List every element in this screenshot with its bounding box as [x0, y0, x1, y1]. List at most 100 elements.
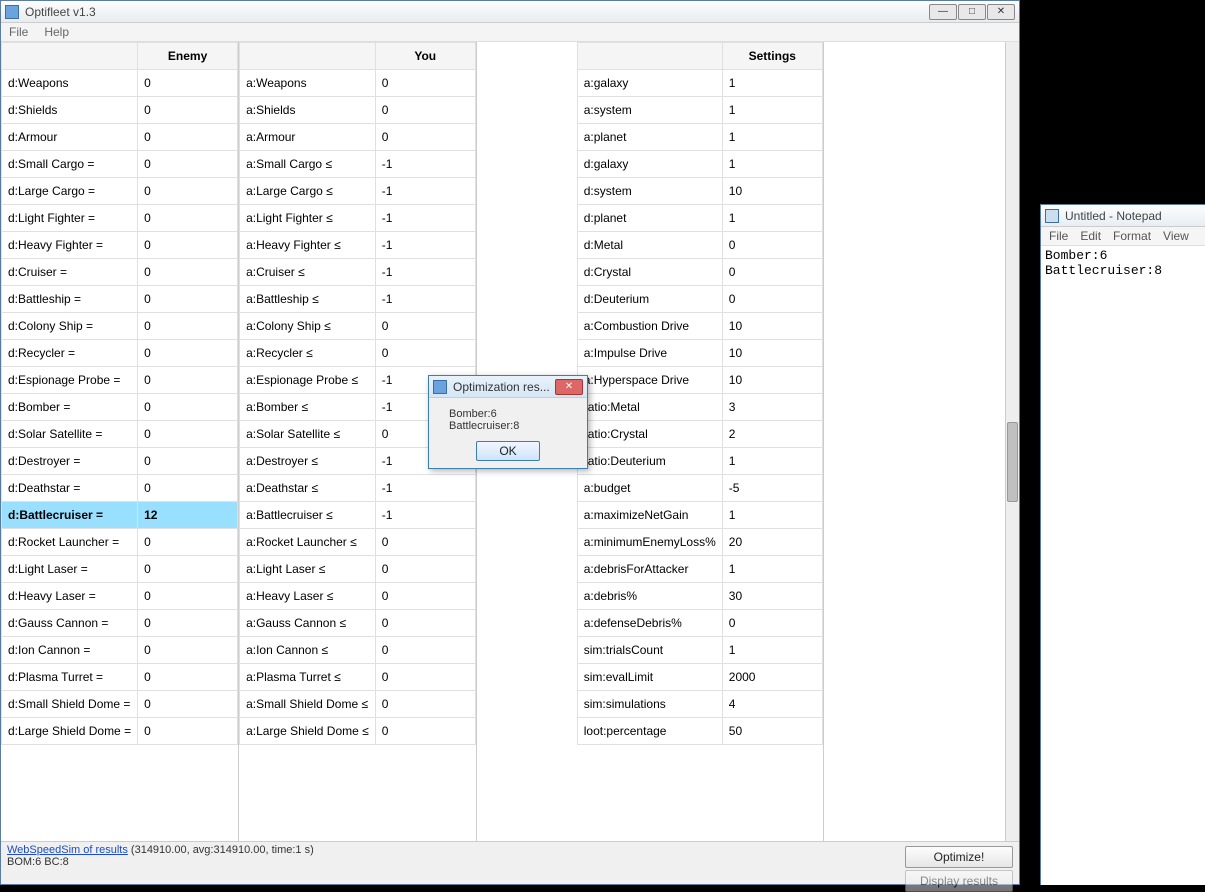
- you-row[interactable]: a:Plasma Turret ≤0: [240, 664, 476, 691]
- notepad-menu-edit[interactable]: Edit: [1080, 229, 1101, 243]
- you-value[interactable]: -1: [375, 502, 475, 529]
- settings-value[interactable]: 10: [722, 178, 822, 205]
- enemy-row[interactable]: d:Ion Cannon =0: [2, 637, 238, 664]
- you-value[interactable]: -1: [375, 151, 475, 178]
- you-row[interactable]: a:Deathstar ≤-1: [240, 475, 476, 502]
- settings-row[interactable]: a:debris%30: [577, 583, 822, 610]
- settings-label[interactable]: a:defenseDebris%: [577, 610, 722, 637]
- enemy-label[interactable]: d:Solar Satellite =: [2, 421, 138, 448]
- settings-label[interactable]: sim:evalLimit: [577, 664, 722, 691]
- enemy-value[interactable]: 0: [138, 529, 238, 556]
- you-row[interactable]: a:Recycler ≤0: [240, 340, 476, 367]
- settings-value[interactable]: 1: [722, 637, 822, 664]
- enemy-label[interactable]: d:Plasma Turret =: [2, 664, 138, 691]
- you-label[interactable]: a:Armour: [240, 124, 376, 151]
- enemy-value[interactable]: 0: [138, 232, 238, 259]
- settings-row[interactable]: d:Crystal0: [577, 259, 822, 286]
- you-label[interactable]: a:Gauss Cannon ≤: [240, 610, 376, 637]
- vertical-scrollbar[interactable]: [1005, 42, 1019, 841]
- settings-label[interactable]: a:planet: [577, 124, 722, 151]
- settings-label[interactable]: loot:percentage: [577, 718, 722, 745]
- dialog-ok-button[interactable]: OK: [476, 441, 539, 461]
- you-label[interactable]: a:Weapons: [240, 70, 376, 97]
- settings-row[interactable]: a:Impulse Drive10: [577, 340, 822, 367]
- enemy-value[interactable]: 0: [138, 394, 238, 421]
- you-row[interactable]: a:Heavy Laser ≤0: [240, 583, 476, 610]
- settings-label[interactable]: a:debris%: [577, 583, 722, 610]
- enemy-label[interactable]: d:Weapons: [2, 70, 138, 97]
- enemy-row[interactable]: d:Colony Ship =0: [2, 313, 238, 340]
- settings-value[interactable]: 50: [722, 718, 822, 745]
- settings-value[interactable]: 1: [722, 124, 822, 151]
- you-row[interactable]: a:Rocket Launcher ≤0: [240, 529, 476, 556]
- notepad-menu-format[interactable]: Format: [1113, 229, 1151, 243]
- enemy-label[interactable]: d:Espionage Probe =: [2, 367, 138, 394]
- you-value[interactable]: 0: [375, 691, 475, 718]
- enemy-value[interactable]: 0: [138, 70, 238, 97]
- enemy-row[interactable]: d:Destroyer =0: [2, 448, 238, 475]
- settings-row[interactable]: a:Hyperspace Drive10: [577, 367, 822, 394]
- enemy-row[interactable]: d:Weapons0: [2, 70, 238, 97]
- you-value[interactable]: 0: [375, 97, 475, 124]
- enemy-label[interactable]: d:Colony Ship =: [2, 313, 138, 340]
- close-button[interactable]: ✕: [987, 4, 1015, 20]
- you-row[interactable]: a:Small Shield Dome ≤0: [240, 691, 476, 718]
- enemy-label[interactable]: d:Cruiser =: [2, 259, 138, 286]
- enemy-value[interactable]: 0: [138, 340, 238, 367]
- enemy-label[interactable]: d:Deathstar =: [2, 475, 138, 502]
- enemy-label[interactable]: d:Small Cargo =: [2, 151, 138, 178]
- you-row[interactable]: a:Light Fighter ≤-1: [240, 205, 476, 232]
- enemy-label[interactable]: d:Armour: [2, 124, 138, 151]
- enemy-value[interactable]: 0: [138, 475, 238, 502]
- optimize-button[interactable]: Optimize!: [905, 846, 1013, 868]
- settings-value[interactable]: 30: [722, 583, 822, 610]
- you-row[interactable]: a:Cruiser ≤-1: [240, 259, 476, 286]
- enemy-label[interactable]: d:Light Fighter =: [2, 205, 138, 232]
- you-value[interactable]: 0: [375, 70, 475, 97]
- enemy-value[interactable]: 0: [138, 718, 238, 745]
- you-row[interactable]: a:Battleship ≤-1: [240, 286, 476, 313]
- enemy-row[interactable]: d:Rocket Launcher =0: [2, 529, 238, 556]
- enemy-value[interactable]: 0: [138, 367, 238, 394]
- settings-value[interactable]: 0: [722, 259, 822, 286]
- you-header[interactable]: You: [375, 43, 475, 70]
- notepad-menu-file[interactable]: File: [1049, 229, 1068, 243]
- settings-label[interactable]: a:system: [577, 97, 722, 124]
- settings-row[interactable]: a:defenseDebris%0: [577, 610, 822, 637]
- enemy-value[interactable]: 12: [138, 502, 238, 529]
- you-label[interactable]: a:Rocket Launcher ≤: [240, 529, 376, 556]
- settings-value[interactable]: 1: [722, 97, 822, 124]
- settings-label[interactable]: d:system: [577, 178, 722, 205]
- you-label[interactable]: a:Shields: [240, 97, 376, 124]
- you-value[interactable]: 0: [375, 340, 475, 367]
- settings-label[interactable]: d:Crystal: [577, 259, 722, 286]
- enemy-row[interactable]: d:Light Laser =0: [2, 556, 238, 583]
- enemy-row[interactable]: d:Armour0: [2, 124, 238, 151]
- you-row[interactable]: a:Large Cargo ≤-1: [240, 178, 476, 205]
- you-label[interactable]: a:Solar Satellite ≤: [240, 421, 376, 448]
- enemy-row[interactable]: d:Shields0: [2, 97, 238, 124]
- enemy-header[interactable]: Enemy: [138, 43, 238, 70]
- you-label[interactable]: a:Ion Cannon ≤: [240, 637, 376, 664]
- enemy-value[interactable]: 0: [138, 691, 238, 718]
- settings-header[interactable]: Settings: [722, 43, 822, 70]
- enemy-row[interactable]: d:Battlecruiser =12: [2, 502, 238, 529]
- settings-col-label[interactable]: [577, 43, 722, 70]
- you-value[interactable]: 0: [375, 124, 475, 151]
- notepad-titlebar[interactable]: Untitled - Notepad: [1041, 205, 1205, 227]
- enemy-row[interactable]: d:Deathstar =0: [2, 475, 238, 502]
- maximize-button[interactable]: □: [958, 4, 986, 20]
- enemy-value[interactable]: 0: [138, 313, 238, 340]
- settings-value[interactable]: 1: [722, 448, 822, 475]
- enemy-row[interactable]: d:Small Shield Dome =0: [2, 691, 238, 718]
- settings-label[interactable]: ratio:Deuterium: [577, 448, 722, 475]
- settings-row[interactable]: d:planet1: [577, 205, 822, 232]
- you-label[interactable]: a:Cruiser ≤: [240, 259, 376, 286]
- enemy-value[interactable]: 0: [138, 151, 238, 178]
- you-value[interactable]: -1: [375, 259, 475, 286]
- enemy-row[interactable]: d:Large Shield Dome =0: [2, 718, 238, 745]
- settings-value[interactable]: 4: [722, 691, 822, 718]
- you-value[interactable]: 0: [375, 718, 475, 745]
- settings-value[interactable]: 20: [722, 529, 822, 556]
- you-row[interactable]: a:Small Cargo ≤-1: [240, 151, 476, 178]
